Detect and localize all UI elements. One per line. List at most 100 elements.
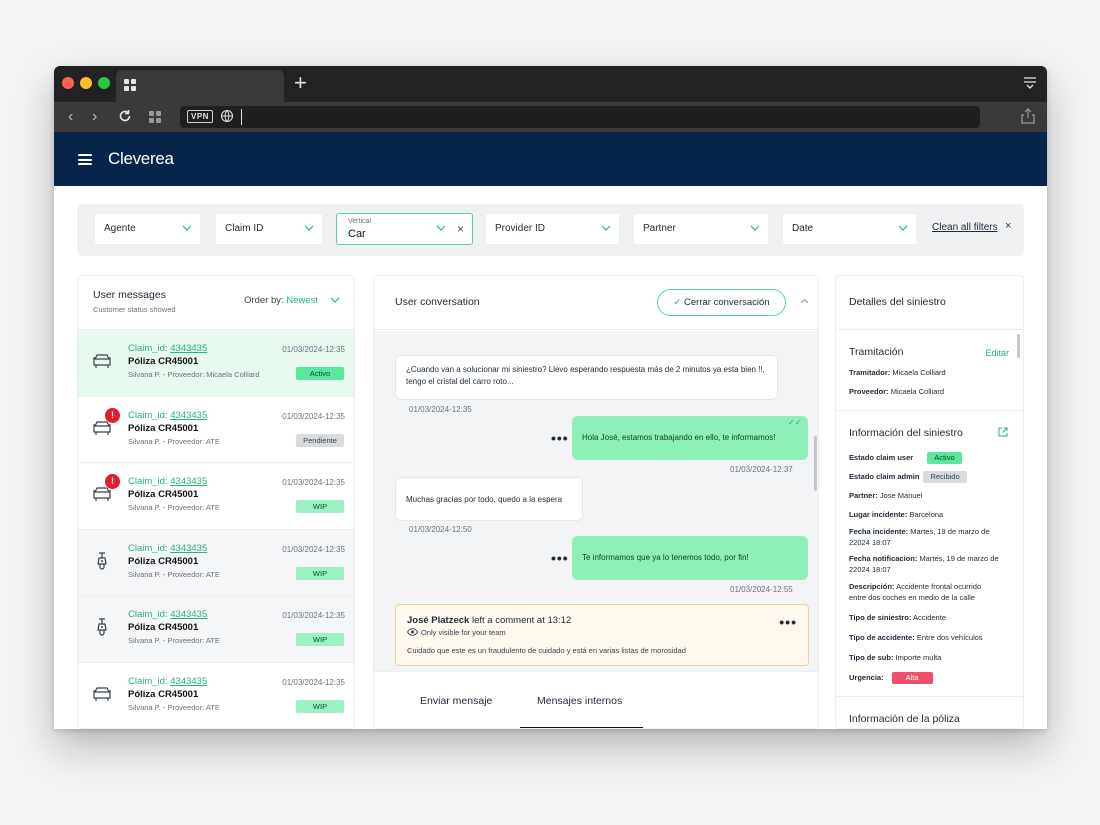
field-label: Urgencia: [849,673,884,682]
tab-overview-icon[interactable] [149,111,161,123]
chevron-down-icon [436,225,446,231]
message-options-icon[interactable]: ••• [551,430,569,446]
reload-icon[interactable] [118,109,132,123]
filter-partner[interactable]: Partner [633,213,769,245]
read-ticks-icon: ✓✓ [788,418,802,427]
comment-visibility: Only visible for your team [421,628,506,637]
chevron-down-icon [304,225,314,231]
chevron-down-icon[interactable] [330,297,340,304]
composer-tabs: Enviar mensaje Mensajes internos [374,671,818,728]
scooter-icon [91,550,113,572]
edit-link[interactable]: Editar [985,348,1009,358]
order-by-dropdown[interactable]: Order by: Newest [244,295,318,306]
address-bar[interactable]: VPN [180,106,980,128]
claim-id-value: 4343435 [170,675,208,687]
chevron-up-icon[interactable] [800,298,809,304]
clear-all-filters-link[interactable]: Clean all filters [932,222,998,233]
message-meta: Silvana P. - Proveedor: Micaela Colliard [128,370,260,379]
eye-icon [407,628,418,636]
message-date: 01/03/2024-12:35 [282,611,345,620]
message-list-item[interactable]: ! Claim_id: 4343435 Póliza CR45001 Silvana … [78,396,354,463]
claim-id-prefix: Claim_id: [128,409,171,421]
chevron-down-icon [898,225,908,231]
conversation-title: User conversation [395,296,480,308]
informacion-poliza-section: Información de la póliza [836,697,1023,728]
field-value: entre dos coches en medio de la calle [849,593,975,602]
claim-id-prefix: Claim_id: [128,343,171,354]
comment-author: José Platzeck [407,615,470,626]
filter-provider-id[interactable]: Provider ID [485,213,620,245]
claim-details-panel: Detalles del siniestro Tramitación Edita… [835,275,1024,729]
user-messages-header: User messages Customer status showed Ord… [78,276,354,330]
back-icon[interactable]: ‹ [68,107,73,127]
estado-admin-row: Estado claim admin Recibido [849,471,1014,483]
filter-value: Car [348,228,366,240]
field-value: Jose Manuel [879,491,923,500]
tab-grid-icon[interactable] [124,79,136,91]
menu-icon[interactable] [78,154,92,165]
fecha-incidente-row: Fecha incidente: Martes, 19 de marzo de 2… [849,526,1014,548]
filter-vertical[interactable]: Vertical Car × [336,213,473,245]
message-list-item[interactable]: Claim_id: 4343435 Póliza CR45001 Silvana P… [78,596,354,663]
details-title: Detalles del siniestro [849,296,946,308]
conversation-panel: User conversation ✓ Cerrar conversación … [373,275,819,729]
filter-claim-id[interactable]: Claim ID [215,213,323,245]
message-time: 01/03/2024-12:55 [730,585,793,594]
close-window-button[interactable] [62,77,74,89]
field-label: Partner: [849,491,878,500]
minimize-window-button[interactable] [80,77,92,89]
globe-icon [220,109,234,123]
clear-filter-icon[interactable]: × [457,222,464,236]
message-list-item[interactable]: Claim_id: 4343435 Póliza CR45001 Silvana P… [78,529,354,596]
new-tab-icon[interactable]: + [294,72,307,94]
message-text: Hola José, estamos trabajando en ello, t… [582,433,776,442]
message-meta: Silvana P. - Proveedor: ATE [128,569,220,579]
message-list-item[interactable]: Claim_id: 4343435 Póliza CR45001 Silvana P… [78,662,354,728]
filter-label: Partner [643,223,676,234]
message-list-item[interactable]: ! Claim_id: 4343435 Póliza CR45001 Silvana … [78,463,354,530]
message-list-item[interactable]: Claim_id: 4343435 Póliza CR45001 Silvana P… [78,330,354,397]
message-options-icon[interactable]: ••• [551,550,569,566]
browser-tab[interactable] [116,70,284,102]
claim-id-link[interactable]: Claim_id: 4343435 [128,543,207,554]
order-label: Order by: [244,295,284,306]
app-logo: Cleverea [108,149,174,168]
internal-comment: José Platzeck left a comment at 13:12 On… [395,604,809,666]
browser-toolbar: ‹ › VPN [54,102,1047,132]
share-icon[interactable] [1021,108,1035,124]
poliza-number: Póliza CR45001 [128,622,199,633]
external-link-icon[interactable] [998,427,1008,437]
status-badge: Recibido [923,471,967,483]
section-title: Tramitación [849,346,904,358]
partner-row: Partner: Jose Manuel [849,490,1014,501]
comment-options-icon[interactable]: ••• [779,614,797,630]
tab-enviar-mensaje[interactable]: Enviar mensaje [420,695,492,707]
field-value: 22024 18:07 [849,565,891,574]
maximize-window-button[interactable] [98,77,110,89]
browser-tabbar: + [54,66,1047,102]
filter-label: Provider ID [495,223,546,234]
forward-icon[interactable]: › [92,107,97,127]
tab-mensajes-internos[interactable]: Mensajes internos [537,695,622,707]
status-badge: WIP [296,566,344,580]
message-meta: Silvana P. - Proveedor: ATE [128,436,220,446]
field-value: Barcelona [909,510,944,519]
claim-id-link[interactable]: Claim_id: 4343435 [128,476,207,487]
tab-menu-icon[interactable] [1023,77,1037,89]
claim-id-link[interactable]: Claim_id: 4343435 [128,343,207,354]
filter-date[interactable]: Date [782,213,917,245]
close-conversation-button[interactable]: ✓ Cerrar conversación [657,289,786,316]
clear-all-close-icon[interactable]: × [1005,220,1011,232]
incoming-message: Muchas gracias por todo, quedo a la espe… [395,477,583,521]
field-label: Descripción: [849,582,895,591]
scooter-icon [91,616,113,638]
field-label: Tipo de accidente: [849,633,915,642]
vpn-badge[interactable]: VPN [187,110,213,123]
status-badge: WIP [296,500,344,513]
filter-agente[interactable]: Agente [94,213,201,245]
claim-id-link[interactable]: Claim_id: 4343435 [128,676,207,687]
user-messages-panel: User messages Customer status showed Ord… [77,275,355,729]
claim-id-link[interactable]: Claim_id: 4343435 [128,609,207,620]
chat-scrollbar[interactable] [814,436,817,491]
claim-id-link[interactable]: Claim_id: 4343435 [128,410,207,421]
